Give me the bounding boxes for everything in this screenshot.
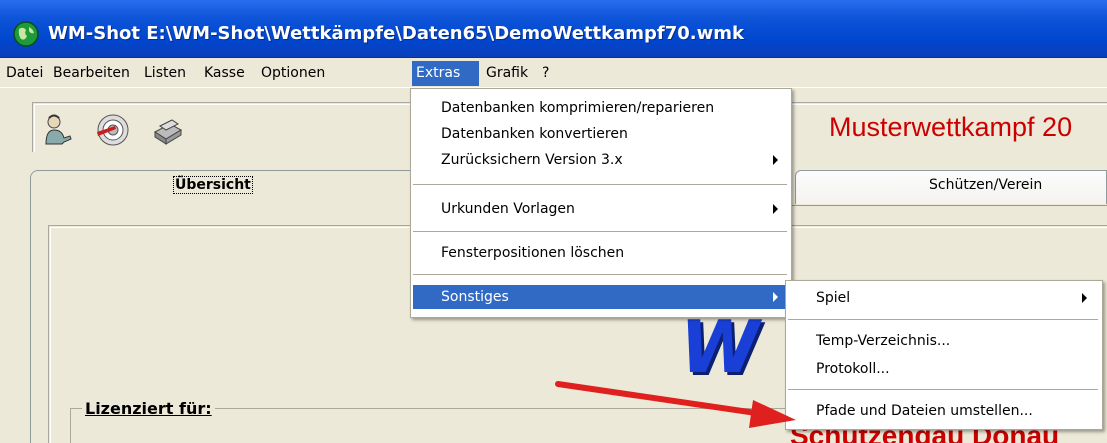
menu-bar: Datei Bearbeiten Listen Kasse Optionen E…: [0, 59, 1107, 88]
menu-separator: [413, 184, 787, 185]
menu-datei[interactable]: Datei: [4, 61, 45, 86]
menu-item-db-compact[interactable]: Datenbanken komprimieren/reparieren: [413, 96, 714, 120]
money-icon[interactable]: [150, 112, 186, 148]
menu-item-spiel[interactable]: Spiel: [788, 286, 1096, 310]
menu-separator: [413, 274, 787, 275]
submenu-arrow-icon: [773, 292, 778, 302]
submenu-arrow-icon: [773, 155, 778, 165]
menu-item-certificate-templates[interactable]: Urkunden Vorlagen: [413, 197, 785, 221]
menu-item-spiel-label: Spiel: [816, 290, 851, 306]
menu-item-clear-window-positions[interactable]: Fensterpositionen löschen: [413, 241, 624, 265]
menu-optionen[interactable]: Optionen: [259, 61, 327, 86]
menu-listen[interactable]: Listen: [142, 61, 188, 86]
menu-item-restore-v3-label: Zurücksichern Version 3.x: [441, 152, 623, 168]
submenu-arrow-icon: [773, 204, 778, 214]
menu-extras[interactable]: Extras: [412, 61, 479, 86]
submenu-arrow-icon: [1082, 293, 1087, 303]
menu-item-certificate-templates-label: Urkunden Vorlagen: [441, 201, 575, 217]
menu-item-restore-v3[interactable]: Zurücksichern Version 3.x: [413, 148, 785, 172]
sonstiges-submenu: Spiel Temp-Verzeichnis... Protokoll... P…: [785, 280, 1103, 430]
window-title: WM-Shot E:\WM-Shot\Wettkämpfe\Daten65\De…: [48, 23, 744, 44]
menu-item-db-convert[interactable]: Datenbanken konvertieren: [413, 122, 628, 146]
annotation-arrow: [555, 381, 796, 428]
menu-help[interactable]: ?: [540, 61, 551, 86]
menu-item-temp-dir[interactable]: Temp-Verzeichnis...: [788, 329, 950, 353]
license-group-label: Lizenziert für:: [82, 399, 215, 418]
tab-uebersicht-label: Übersicht: [173, 176, 253, 194]
competition-title: Musterwettkampf 20: [829, 112, 1073, 142]
tab-schuetzen-verein-label: Schützen/Verein: [929, 177, 1043, 193]
target-icon[interactable]: [95, 112, 131, 148]
menu-bearbeiten[interactable]: Bearbeiten: [51, 61, 132, 86]
menu-separator: [788, 319, 1098, 320]
title-bar: WM-Shot E:\WM-Shot\Wettkämpfe\Daten65\De…: [0, 0, 1107, 58]
menu-grafik[interactable]: Grafik: [484, 61, 530, 86]
menu-item-sonstiges[interactable]: Sonstiges: [413, 285, 787, 309]
shooter-icon[interactable]: [40, 112, 76, 148]
menu-separator: [788, 389, 1098, 390]
extras-menu: Datenbanken komprimieren/reparieren Date…: [410, 88, 792, 318]
menu-kasse[interactable]: Kasse: [202, 61, 247, 86]
menu-item-paths-files[interactable]: Pfade und Dateien umstellen...: [788, 399, 1033, 423]
menu-separator: [413, 231, 787, 232]
globe-icon[interactable]: [13, 21, 39, 47]
menu-item-sonstiges-label: Sonstiges: [441, 289, 509, 305]
